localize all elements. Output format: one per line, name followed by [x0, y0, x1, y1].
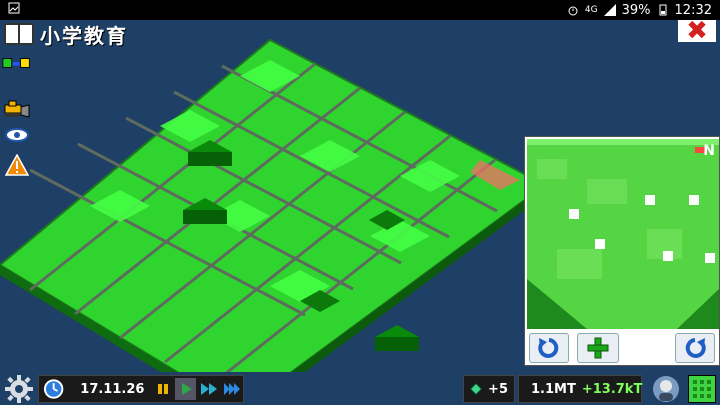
- speed-fast-button[interactable]: [198, 378, 219, 400]
- pause-icon: [157, 384, 168, 394]
- city-name: 小学教育: [40, 23, 128, 48]
- minimap-panel: N: [524, 136, 720, 366]
- fastest-icon: [224, 383, 241, 395]
- add-button[interactable]: [577, 333, 619, 363]
- advisor-button[interactable]: [652, 375, 680, 403]
- network-label: 4G: [584, 5, 598, 15]
- school-building-3[interactable]: [375, 325, 419, 351]
- rotate-right-button[interactable]: [675, 333, 715, 363]
- city-title-bar[interactable]: 小学教育: [0, 20, 128, 48]
- clock-icon[interactable]: [43, 378, 64, 400]
- view-button[interactable]: [2, 124, 32, 146]
- layers-icon: [2, 58, 30, 68]
- speed-fastest-button[interactable]: [222, 378, 243, 400]
- minimap[interactable]: N: [527, 139, 719, 329]
- signal-icon: [603, 4, 616, 16]
- close-icon: ✖: [686, 16, 708, 46]
- close-button[interactable]: ✖: [678, 16, 716, 46]
- speed-normal-button[interactable]: [175, 378, 197, 400]
- bottom-bar: 17.11.26 +5 1.1MT +13.7kT: [0, 372, 720, 405]
- game-date: 17.11.26: [80, 381, 145, 397]
- battery-icon: [659, 4, 667, 16]
- status-left: [8, 2, 20, 18]
- diamond-icon: [470, 383, 482, 395]
- overview-button[interactable]: [688, 375, 716, 403]
- bulldozer-icon: [4, 100, 30, 118]
- rotate-left-icon: [538, 338, 559, 358]
- warning-icon: [5, 154, 29, 176]
- plus-icon: [587, 337, 609, 359]
- android-status-bar: 4G 39% 12:32: [0, 0, 720, 20]
- diamond-count: +5: [488, 381, 508, 397]
- eye-icon: [5, 128, 29, 142]
- money-panel[interactable]: 1.1MT +13.7kT: [518, 375, 642, 403]
- book-icon[interactable]: [4, 23, 34, 45]
- alarm-icon: [568, 6, 578, 16]
- settings-button[interactable]: [4, 374, 34, 404]
- money-amount: 1.1MT: [531, 381, 576, 397]
- rotate-right-icon: [685, 338, 706, 358]
- gear-icon: [5, 375, 33, 403]
- play-icon: [181, 383, 192, 395]
- advisor-avatar-icon: [653, 376, 679, 402]
- grid-icon: [693, 380, 711, 398]
- income-amount: +13.7kT: [581, 381, 643, 397]
- gallery-icon: [8, 2, 20, 14]
- rotate-left-button[interactable]: [529, 333, 569, 363]
- pause-button[interactable]: [152, 378, 173, 400]
- warnings-button[interactable]: [2, 154, 32, 176]
- battery-percent: 39%: [621, 2, 651, 18]
- north-indicator: N: [703, 143, 715, 159]
- fast-forward-icon: [201, 383, 218, 395]
- layers-button[interactable]: [2, 52, 32, 74]
- minimap-image: [527, 139, 719, 329]
- diamonds-panel[interactable]: +5: [463, 375, 515, 403]
- date-speed-panel: 17.11.26: [38, 375, 244, 403]
- bulldozer-button[interactable]: [2, 98, 32, 120]
